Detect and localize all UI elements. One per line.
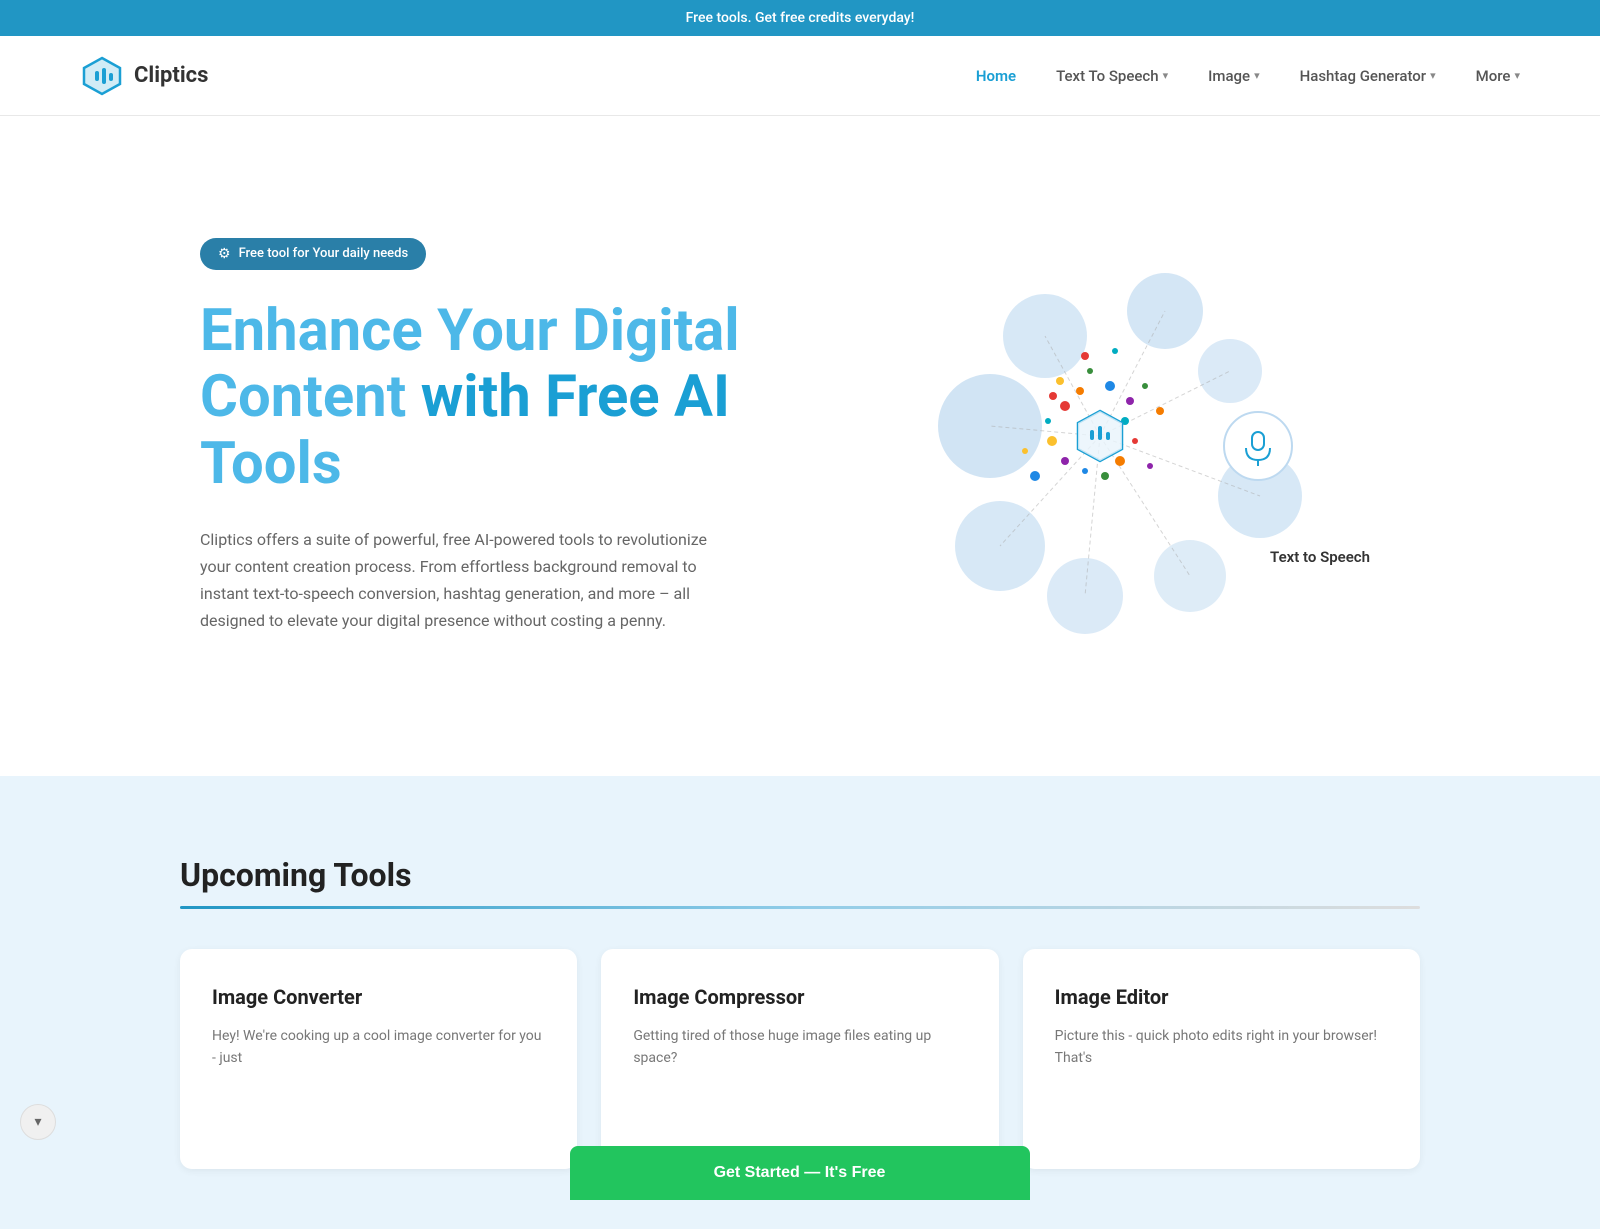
tool-card-image-editor-title: Image Editor [1055, 985, 1388, 1009]
tool-card-image-editor-desc: Picture this - quick photo edits right i… [1055, 1025, 1388, 1070]
chevron-down-icon: ▾ [1430, 69, 1436, 82]
banner-text: Free tools. Get free credits everyday! [686, 10, 915, 26]
section-divider [180, 906, 1420, 909]
nav-item-more[interactable]: More ▾ [1476, 67, 1520, 85]
hero-section: ⚙ Free tool for Your daily needs Enhance… [0, 116, 1600, 776]
gear-icon: ⚙ [218, 246, 231, 262]
logo-link[interactable]: Cliptics [80, 54, 208, 98]
hero-left: ⚙ Free tool for Your daily needs Enhance… [200, 238, 800, 635]
nav-link-more[interactable]: More ▾ [1476, 67, 1520, 85]
tool-card-image-editor: Image Editor Picture this - quick photo … [1023, 949, 1420, 1169]
nav-item-hashtag[interactable]: Hashtag Generator ▾ [1300, 67, 1436, 85]
hero-title-line1: Enhance Your Digital [200, 297, 740, 365]
hero-title: Enhance Your Digital Content with Free A… [200, 298, 800, 498]
nav-item-tts[interactable]: Text To Speech ▾ [1056, 67, 1168, 85]
cta-button-label: Get Started — It's Free [714, 1164, 886, 1181]
hero-description: Cliptics offers a suite of powerful, fre… [200, 526, 740, 635]
tool-card-image-compressor: Image Compressor Getting tired of those … [601, 949, 998, 1169]
scroll-down-button[interactable]: ▾ [20, 1104, 56, 1140]
nav-links: Home Text To Speech ▾ Image ▾ Hashtag Ge… [976, 67, 1520, 85]
network-visualization [890, 226, 1310, 646]
nav-link-tts[interactable]: Text To Speech ▾ [1056, 67, 1168, 85]
nav-link-home[interactable]: Home [976, 67, 1016, 85]
cta-button[interactable]: Get Started — It's Free [570, 1146, 1030, 1200]
nav-link-hashtag[interactable]: Hashtag Generator ▾ [1300, 67, 1436, 85]
nav-link-image[interactable]: Image ▾ [1208, 67, 1259, 85]
tool-card-image-compressor-title: Image Compressor [633, 985, 966, 1009]
tool-card-image-converter-desc: Hey! We're cooking up a cool image conve… [212, 1025, 545, 1070]
chevron-down-icon: ▾ [1254, 69, 1260, 82]
tool-card-image-converter: Image Converter Hey! We're cooking up a … [180, 949, 577, 1169]
tools-grid: Image Converter Hey! We're cooking up a … [180, 949, 1420, 1169]
chevron-down-icon: ▾ [34, 1114, 41, 1130]
navbar: Cliptics Home Text To Speech ▾ Image ▾ H… [0, 36, 1600, 116]
logo-text: Cliptics [134, 63, 208, 88]
nav-item-image[interactable]: Image ▾ [1208, 67, 1259, 85]
tool-card-image-converter-title: Image Converter [212, 985, 545, 1009]
top-banner: Free tools. Get free credits everyday! [0, 0, 1600, 36]
chevron-down-icon: ▾ [1163, 69, 1169, 82]
hero-right: Text to Speech [800, 196, 1400, 676]
badge-text: Free tool for Your daily needs [239, 246, 409, 261]
tts-label: Text to Speech [1270, 548, 1370, 566]
logo-icon [80, 54, 124, 98]
hero-title-line3: Tools [200, 430, 342, 498]
upcoming-section-title: Upcoming Tools [180, 856, 1420, 894]
nav-item-home[interactable]: Home [976, 67, 1016, 85]
hero-badge: ⚙ Free tool for Your daily needs [200, 238, 426, 270]
chevron-down-icon: ▾ [1514, 69, 1520, 82]
tool-card-image-compressor-desc: Getting tired of those huge image files … [633, 1025, 966, 1070]
